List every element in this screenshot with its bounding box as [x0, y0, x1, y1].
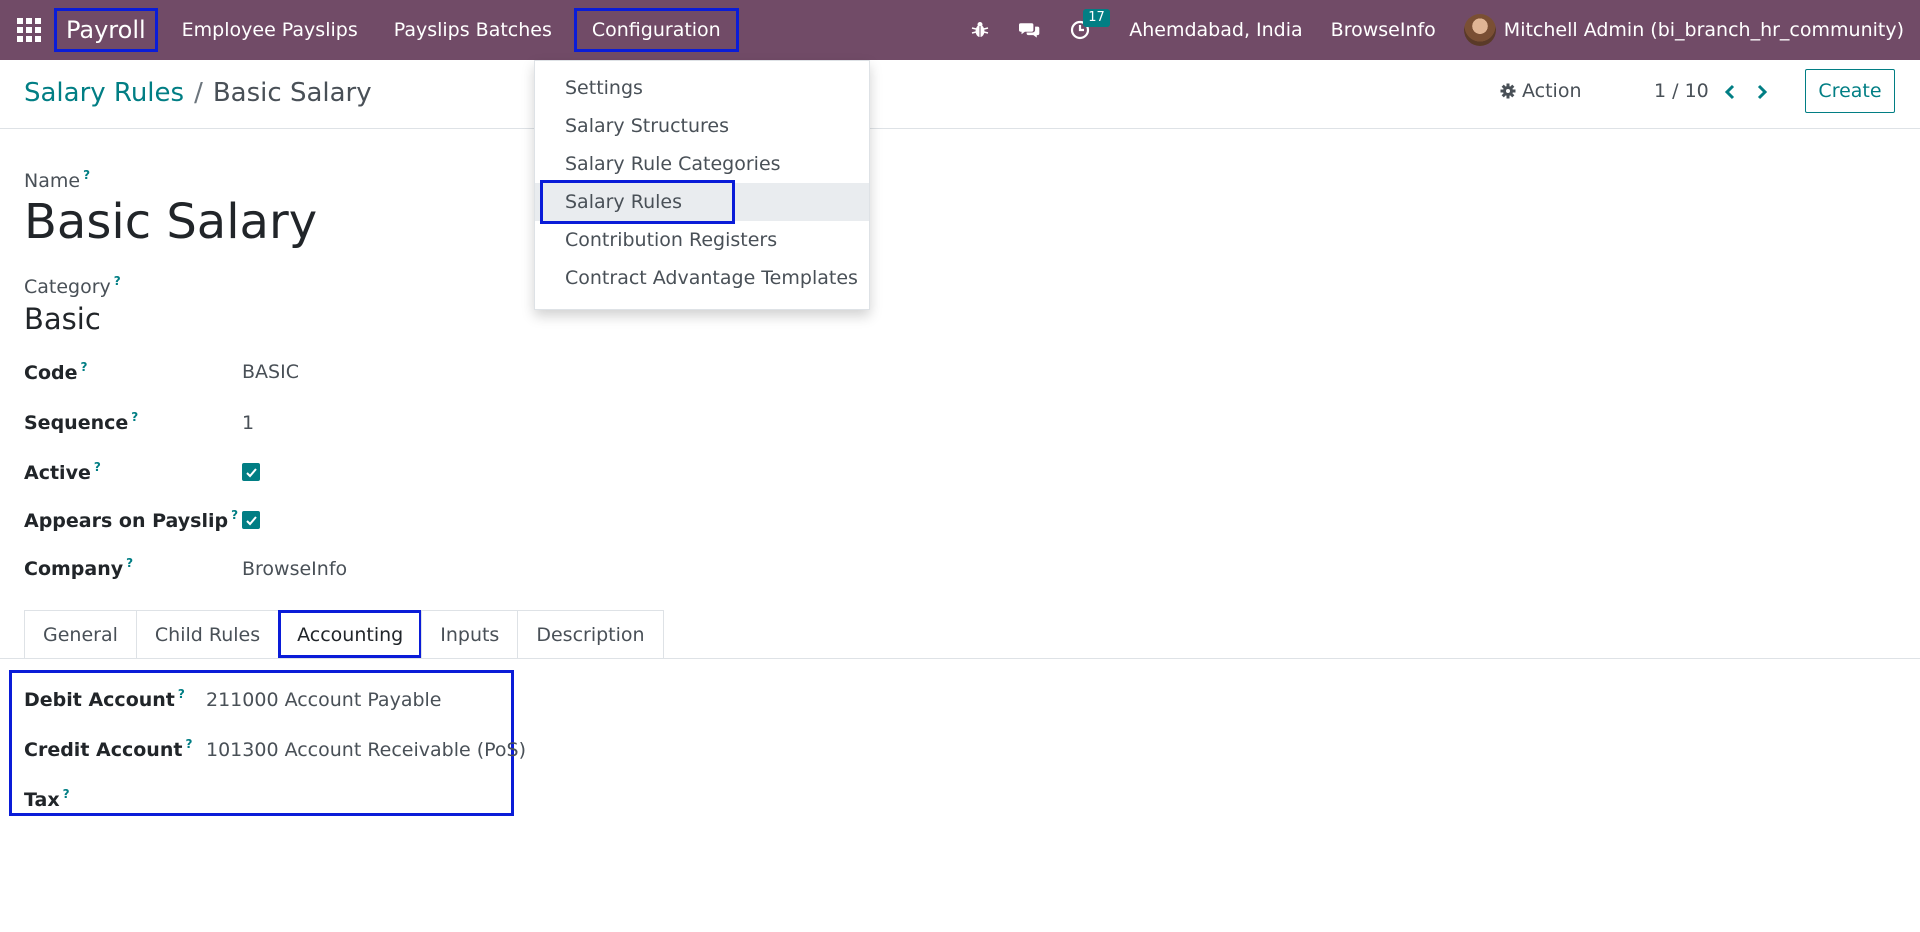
- code-label: Code?: [24, 360, 87, 384]
- code-label-text: Code: [24, 362, 78, 384]
- navbar-left: Payroll Employee Payslips Payslips Batch…: [0, 0, 739, 60]
- debit-help-icon[interactable]: ?: [178, 687, 185, 701]
- category-help-icon[interactable]: ?: [114, 274, 121, 288]
- name-help-icon[interactable]: ?: [83, 168, 90, 182]
- credit-help-icon[interactable]: ?: [185, 737, 192, 751]
- credit-label-text: Credit Account: [24, 739, 183, 761]
- action-label: Action: [1522, 80, 1582, 102]
- category-label-text: Category: [24, 276, 111, 298]
- menu-payslips-batches[interactable]: Payslips Batches: [376, 8, 570, 52]
- salary-rules-highlight: [540, 180, 735, 224]
- active-label: Active?: [24, 460, 101, 484]
- chevron-right-icon[interactable]: [1752, 80, 1772, 104]
- gear-icon: [1500, 83, 1516, 99]
- top-navbar: Payroll Employee Payslips Payslips Batch…: [0, 0, 1920, 60]
- create-button[interactable]: Create: [1805, 69, 1895, 113]
- breadcrumb-separator: /: [194, 78, 203, 108]
- menu-item-settings[interactable]: Settings: [535, 69, 869, 107]
- appears-help-icon[interactable]: ?: [231, 508, 238, 522]
- credit-account-label: Credit Account?: [24, 737, 192, 761]
- checkmark-icon: [245, 467, 257, 477]
- tab-general[interactable]: General: [24, 610, 137, 658]
- debit-account-value[interactable]: 211000 Account Payable: [206, 689, 442, 711]
- sequence-value[interactable]: 1: [242, 412, 254, 434]
- activity-count-badge: 17: [1083, 9, 1110, 27]
- navbar-right: 17 Ahemdabad, India BrowseInfo Mitchell …: [955, 0, 1920, 60]
- appears-on-payslip-checkbox[interactable]: [242, 511, 260, 529]
- notebook-tabs: General Child Rules Accounting Inputs De…: [24, 610, 664, 658]
- checkmark-icon: [245, 515, 257, 525]
- action-button[interactable]: Action: [1500, 80, 1582, 102]
- active-help-icon[interactable]: ?: [94, 460, 101, 474]
- name-label-text: Name: [24, 170, 81, 192]
- menu-item-contract-advantage-templates[interactable]: Contract Advantage Templates: [535, 259, 869, 297]
- control-panel: Salary Rules / Basic Salary Action 1 / 10 …: [0, 60, 1920, 129]
- tab-inputs[interactable]: Inputs: [421, 610, 519, 658]
- code-value[interactable]: BASIC: [242, 361, 299, 383]
- tax-field[interactable]: [206, 789, 486, 813]
- sequence-label: Sequence?: [24, 410, 138, 434]
- debit-account-label: Debit Account?: [24, 687, 185, 711]
- bug-icon[interactable]: [969, 19, 991, 41]
- sequence-label-text: Sequence: [24, 412, 129, 434]
- configuration-dropdown: Settings Salary Structures Salary Rule C…: [534, 60, 870, 310]
- tab-divider: [0, 658, 1920, 659]
- company-label: Company?: [24, 556, 133, 580]
- rule-name[interactable]: Basic Salary: [24, 194, 317, 250]
- active-checkbox[interactable]: [242, 463, 260, 481]
- company-switcher[interactable]: BrowseInfo: [1317, 19, 1450, 41]
- app-grid-icon[interactable]: [16, 17, 42, 43]
- menu-item-salary-structures[interactable]: Salary Structures: [535, 107, 869, 145]
- company-help-icon[interactable]: ?: [126, 556, 133, 570]
- menu-item-salary-rule-categories[interactable]: Salary Rule Categories: [535, 145, 869, 183]
- tab-accounting[interactable]: Accounting: [278, 610, 423, 658]
- branch-location[interactable]: Ahemdabad, India: [1115, 19, 1316, 41]
- chevron-left-icon[interactable]: [1720, 80, 1740, 104]
- category-label: Category?: [24, 274, 121, 298]
- pager-value[interactable]: 1 / 10: [1654, 80, 1709, 102]
- debit-label-text: Debit Account: [24, 689, 175, 711]
- appears-on-payslip-label: Appears on Payslip?: [24, 508, 238, 532]
- company-value[interactable]: BrowseInfo: [242, 558, 347, 580]
- code-help-icon[interactable]: ?: [80, 360, 87, 374]
- category-value[interactable]: Basic: [24, 302, 101, 336]
- app-name-payroll[interactable]: Payroll: [54, 8, 158, 52]
- company-label-text: Company: [24, 558, 124, 580]
- tax-help-icon[interactable]: ?: [63, 787, 70, 801]
- tax-label-text: Tax: [24, 789, 60, 811]
- activity-clock-icon[interactable]: 17: [1069, 9, 1110, 41]
- menu-item-contribution-registers[interactable]: Contribution Registers: [535, 221, 869, 259]
- active-label-text: Active: [24, 462, 91, 484]
- sequence-help-icon[interactable]: ?: [131, 410, 138, 424]
- user-avatar[interactable]: [1463, 14, 1496, 46]
- breadcrumb: Salary Rules / Basic Salary: [24, 78, 372, 108]
- user-menu[interactable]: Mitchell Admin (bi_branch_hr_community): [1504, 19, 1904, 41]
- tax-label: Tax?: [24, 787, 70, 811]
- credit-account-value[interactable]: 101300 Account Receivable (PoS): [206, 739, 526, 761]
- appears-label-text: Appears on Payslip: [24, 510, 229, 532]
- tab-description[interactable]: Description: [517, 610, 664, 658]
- menu-employee-payslips[interactable]: Employee Payslips: [164, 8, 376, 52]
- menu-configuration[interactable]: Configuration: [573, 8, 739, 52]
- name-label: Name?: [24, 168, 90, 192]
- tab-child-rules[interactable]: Child Rules: [135, 610, 280, 658]
- breadcrumb-salary-rules[interactable]: Salary Rules: [24, 78, 184, 108]
- messages-icon[interactable]: [1019, 19, 1041, 41]
- breadcrumb-current: Basic Salary: [212, 78, 372, 108]
